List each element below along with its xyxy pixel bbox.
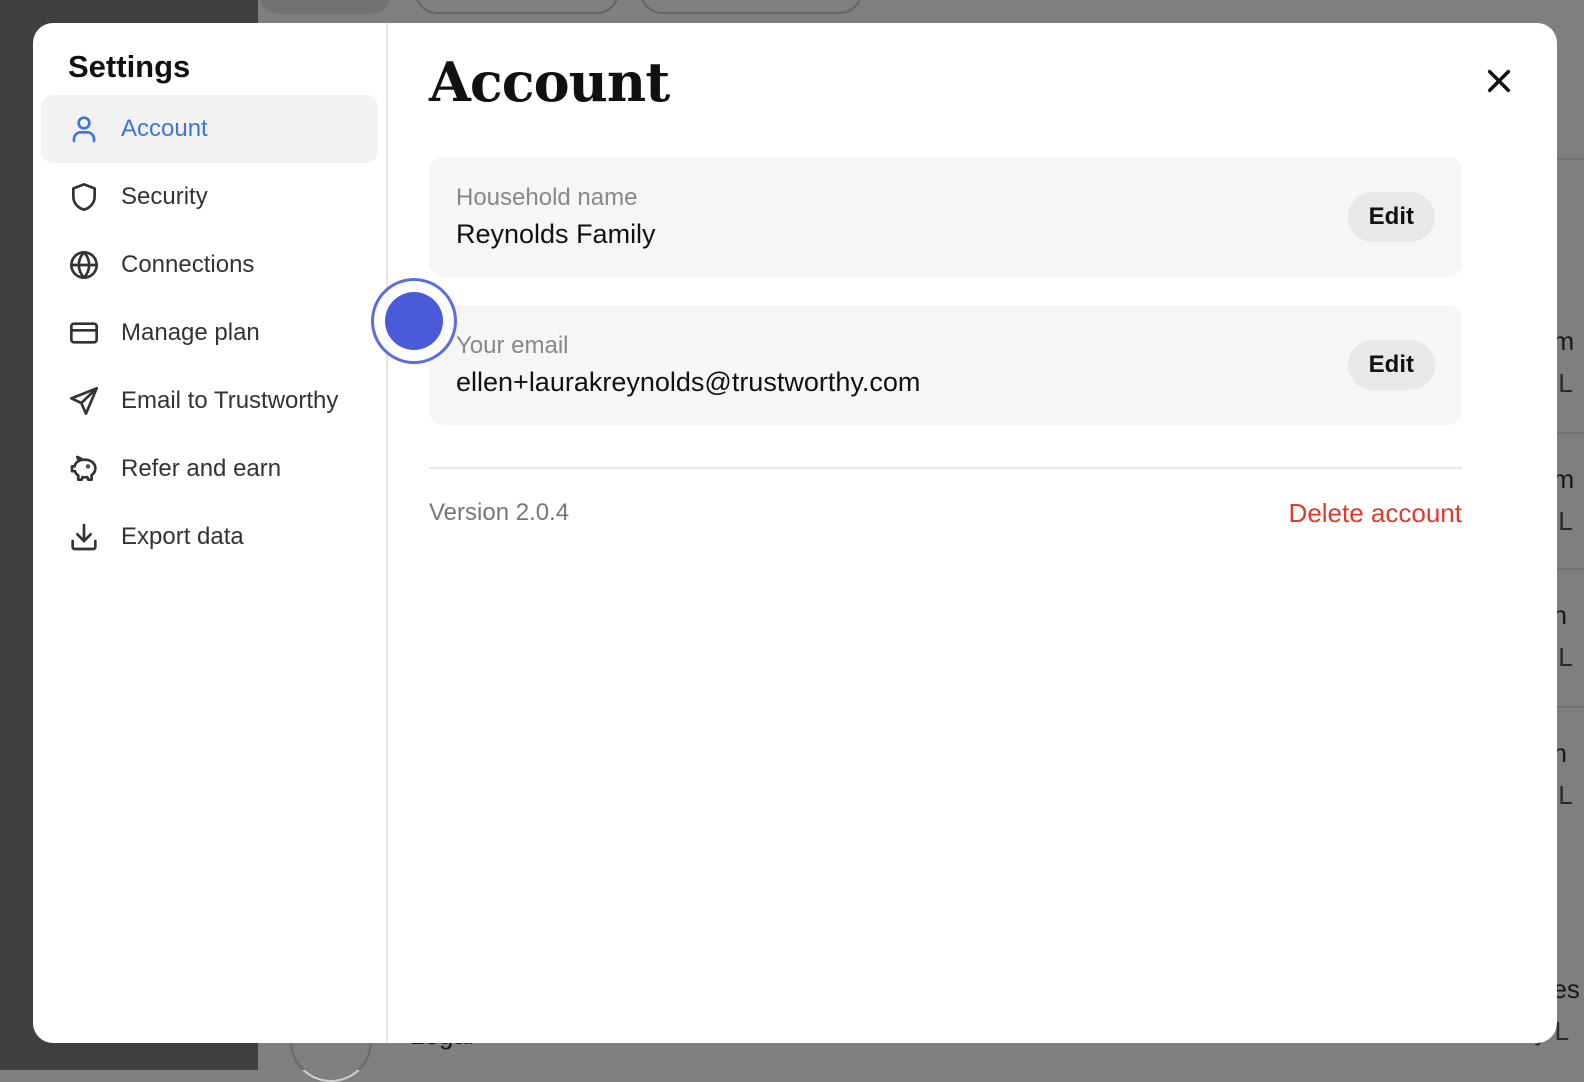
sidebar-item-connections[interactable]: Connections: [41, 231, 378, 299]
sidebar-item-label: Connections: [121, 251, 255, 278]
sidebar-item-security[interactable]: Security: [41, 163, 378, 231]
sidebar-item-label: Account: [121, 115, 208, 142]
account-footer: Version 2.0.4 Delete account: [429, 495, 1462, 531]
close-icon: [1487, 69, 1511, 93]
credit-card-icon: [68, 317, 100, 349]
settings-sidebar: Settings Account Security Connections Ma…: [33, 23, 388, 1043]
household-name-card: Household name Reynolds Family Edit: [429, 157, 1462, 277]
sidebar-item-refer-and-earn[interactable]: Refer and earn: [41, 435, 378, 503]
sidebar-item-export-data[interactable]: Export data: [41, 503, 378, 571]
field-label: Household name: [456, 184, 638, 211]
delete-account-link[interactable]: Delete account: [1289, 498, 1462, 529]
sidebar-item-email-to-trustworthy[interactable]: Email to Trustworthy: [41, 367, 378, 435]
sidebar-item-manage-plan[interactable]: Manage plan: [41, 299, 378, 367]
sidebar-title: Settings: [68, 49, 191, 84]
household-name-value: Reynolds Family: [456, 219, 656, 249]
download-icon: [68, 521, 100, 553]
settings-modal: Settings Account Security Connections Ma…: [33, 23, 1557, 1043]
click-indicator: [371, 278, 457, 364]
close-button[interactable]: [1481, 63, 1517, 99]
version-text: Version 2.0.4: [429, 499, 570, 526]
email-value: ellen+laurakreynolds@trustworthy.com: [456, 367, 921, 397]
globe-icon: [68, 249, 100, 281]
shield-icon: [68, 181, 100, 213]
click-indicator-dot: [385, 292, 443, 350]
edit-household-name-button[interactable]: Edit: [1347, 192, 1435, 242]
piggy-bank-icon: [68, 453, 100, 485]
page-title: Account: [429, 50, 670, 114]
sidebar-item-label: Security: [121, 183, 208, 210]
sidebar-item-label: Refer and earn: [121, 455, 282, 482]
account-panel: Account Household name Reynolds Family E…: [388, 23, 1557, 1043]
edit-email-button[interactable]: Edit: [1347, 340, 1435, 390]
sidebar-item-account[interactable]: Account: [41, 95, 378, 163]
email-card: Your email ellen+laurakreynolds@trustwor…: [429, 305, 1462, 425]
sidebar-item-label: Email to Trustworthy: [121, 387, 339, 414]
divider: [429, 467, 1462, 469]
sidebar-item-label: Manage plan: [121, 319, 260, 346]
field-label: Your email: [456, 332, 569, 359]
settings-nav: Account Security Connections Manage plan: [41, 95, 378, 571]
user-icon: [68, 113, 100, 145]
send-icon: [68, 385, 100, 417]
sidebar-item-label: Export data: [121, 523, 244, 550]
